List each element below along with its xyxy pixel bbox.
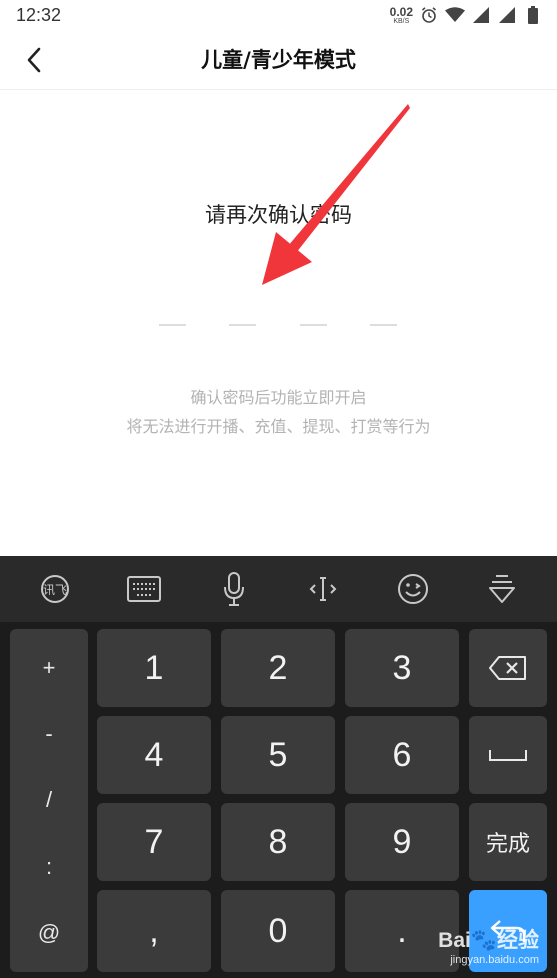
signal-icon	[497, 5, 517, 25]
back-button[interactable]	[18, 44, 50, 76]
network-speed: 0.02 KB/S	[390, 6, 413, 25]
svg-text:讯飞: 讯飞	[43, 583, 67, 597]
keyboard-switch-button[interactable]	[122, 567, 166, 611]
symbol-key-colon[interactable]: :	[10, 837, 88, 897]
symbol-key-at[interactable]: @	[10, 903, 88, 963]
digit-key-3[interactable]: 3	[345, 629, 459, 707]
voice-input-button[interactable]	[212, 567, 256, 611]
battery-icon	[523, 5, 543, 25]
signal-icon	[471, 5, 491, 25]
space-icon	[489, 750, 527, 761]
enter-icon	[490, 920, 526, 942]
wifi-icon	[445, 5, 465, 25]
pin-digit-slot	[159, 324, 186, 326]
chevron-left-icon	[27, 47, 41, 73]
network-speed-value: 0.02	[389, 4, 413, 19]
keyboard-toolbar: 讯飞	[0, 556, 557, 622]
network-speed-unit: KB/S	[393, 17, 410, 25]
digit-key-8[interactable]: 8	[221, 803, 335, 881]
keyboard-icon	[127, 576, 162, 602]
alarm-icon	[419, 5, 439, 25]
digit-key-2[interactable]: 2	[221, 629, 335, 707]
numeric-keyboard: 讯飞 + - / : @ 1 2 3 4 5 6 7 8 9 完成 , 0 . …	[0, 556, 557, 978]
pin-digit-slot	[299, 324, 327, 326]
symbol-key-slash[interactable]: /	[10, 770, 88, 830]
collapse-keyboard-button[interactable]	[480, 567, 524, 611]
done-key[interactable]: 完成	[469, 803, 547, 881]
emoji-icon	[397, 574, 428, 604]
backspace-key[interactable]	[469, 629, 547, 707]
digit-key-5[interactable]: 5	[221, 716, 335, 794]
pin-input[interactable]	[159, 324, 397, 328]
cursor-move-icon	[309, 577, 337, 601]
digit-key-0[interactable]: 0	[221, 890, 335, 972]
pin-digit-slot	[229, 324, 257, 326]
enter-key[interactable]	[469, 890, 547, 972]
xunfei-logo-button[interactable]: 讯飞	[33, 567, 77, 611]
xunfei-logo-icon: 讯飞	[40, 575, 69, 603]
status-time: 12:32	[16, 4, 62, 25]
comma-key[interactable]: ,	[97, 890, 211, 972]
digit-key-9[interactable]: 9	[345, 803, 459, 881]
backspace-icon	[489, 656, 526, 680]
cursor-move-button[interactable]	[301, 567, 345, 611]
symbol-key-minus[interactable]: -	[10, 704, 88, 764]
symbol-key-plus[interactable]: +	[10, 638, 88, 698]
pin-digit-slot	[369, 324, 397, 326]
page-title: 儿童/青少年模式	[201, 48, 356, 72]
confirm-password-prompt: 请再次确认密码	[205, 203, 352, 227]
symbol-column: + - / : @	[10, 629, 88, 972]
collapse-keyboard-icon	[489, 575, 516, 603]
app-header: 儿童/青少年模式	[0, 30, 557, 90]
digit-key-1[interactable]: 1	[97, 629, 211, 707]
password-confirm-panel: 请再次确认密码 确认密码后功能立即开启 将无法进行开播、充值、提现、打赏等行为	[0, 91, 557, 556]
hint-line-1: 确认密码后功能立即开启	[190, 388, 367, 407]
period-key[interactable]: .	[345, 890, 459, 972]
hint-line-2: 将无法进行开播、充值、提现、打赏等行为	[126, 417, 431, 436]
status-icons: 0.02 KB/S	[390, 5, 543, 25]
digit-key-6[interactable]: 6	[345, 716, 459, 794]
status-bar: 12:32 0.02 KB/S	[0, 0, 557, 30]
emoji-button[interactable]	[391, 567, 435, 611]
microphone-icon	[223, 572, 244, 606]
digit-key-4[interactable]: 4	[97, 716, 211, 794]
space-key[interactable]	[469, 716, 547, 794]
digit-key-7[interactable]: 7	[97, 803, 211, 881]
